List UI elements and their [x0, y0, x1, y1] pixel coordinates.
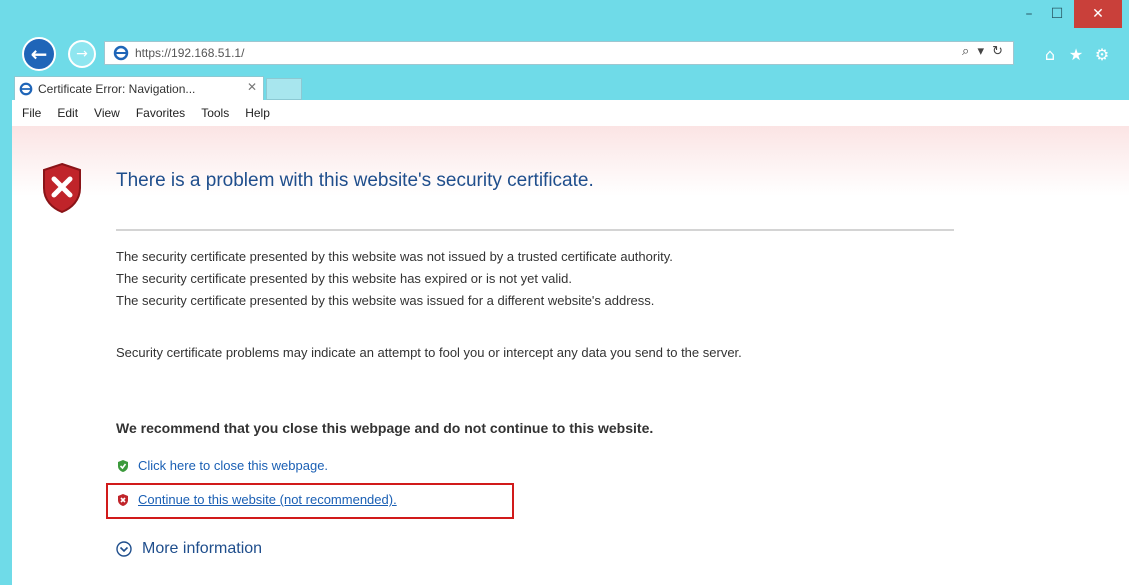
reason-expired: The security certificate presented by th… [116, 271, 572, 286]
minimize-button[interactable]: – [1016, 0, 1042, 28]
navigation-bar: ← → https://192.168.51.1/ ⌕ ▾ ↻ ⌂ ★ ⚙ [0, 34, 1129, 74]
menu-file[interactable]: File [22, 106, 41, 120]
security-shield-error-icon [43, 162, 81, 214]
page-title: There is a problem with this website's s… [116, 170, 594, 191]
more-information-row[interactable]: More information [116, 540, 262, 558]
menu-bar: File Edit View Favorites Tools Help [12, 100, 1129, 127]
reason-untrusted: The security certificate presented by th… [116, 249, 673, 264]
search-refresh-controls[interactable]: ⌕ ▾ ↻ [962, 44, 1005, 59]
menu-help[interactable]: Help [245, 106, 270, 120]
new-tab-button[interactable] [266, 78, 302, 100]
close-webpage-link[interactable]: Click here to close this webpage. [138, 458, 328, 473]
divider [116, 229, 954, 231]
menu-tools[interactable]: Tools [201, 106, 229, 120]
close-tab-icon[interactable]: ✕ [247, 80, 257, 94]
menu-view[interactable]: View [94, 106, 120, 120]
reason-wrong-address: The security certificate presented by th… [116, 293, 655, 308]
back-button[interactable]: ← [22, 37, 56, 71]
warning-text: Security certificate problems may indica… [116, 345, 742, 360]
address-bar[interactable]: https://192.168.51.1/ ⌕ ▾ ↻ [104, 41, 1014, 65]
home-icon[interactable]: ⌂ [1040, 45, 1060, 64]
tab-certificate-error[interactable]: Certificate Error: Navigation... ✕ [14, 76, 264, 100]
more-information-link[interactable]: More information [142, 540, 262, 558]
close-window-button[interactable]: ✕ [1074, 0, 1122, 28]
tab-strip: Certificate Error: Navigation... ✕ [0, 74, 1129, 100]
highlight-box [106, 483, 514, 519]
recommendation-text: We recommend that you close this webpage… [116, 420, 654, 436]
url-text: https://192.168.51.1/ [135, 46, 245, 60]
chevron-down-circle-icon[interactable] [116, 541, 132, 557]
ie-page-icon [113, 45, 129, 61]
ie-tab-icon [19, 82, 33, 95]
menu-favorites[interactable]: Favorites [136, 106, 185, 120]
title-bar: – ☐ ✕ [0, 0, 1129, 36]
favorites-star-icon[interactable]: ★ [1066, 45, 1086, 64]
settings-gear-icon[interactable]: ⚙ [1092, 45, 1112, 64]
close-webpage-row: Click here to close this webpage. [116, 458, 328, 473]
menu-edit[interactable]: Edit [57, 106, 78, 120]
page-content: There is a problem with this website's s… [12, 126, 1129, 585]
tab-label: Certificate Error: Navigation... [38, 81, 196, 96]
certificate-reasons: The security certificate presented by th… [116, 246, 673, 312]
green-shield-check-icon [118, 459, 128, 472]
toolbar-icons: ⌂ ★ ⚙ [1040, 42, 1125, 66]
maximize-button[interactable]: ☐ [1044, 0, 1070, 28]
forward-button[interactable]: → [68, 40, 96, 68]
